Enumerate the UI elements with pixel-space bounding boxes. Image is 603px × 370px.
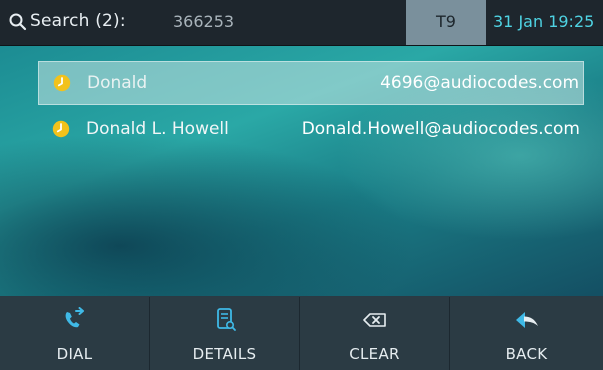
contact-email: Donald.Howell@audiocodes.com [301,119,580,139]
phone-screen: Search (2): 366253 T9 31 Jan 19:25 Donal… [0,0,603,370]
back-button[interactable]: BACK [450,297,603,370]
list-item[interactable]: Donald 4696@audiocodes.com [38,61,584,105]
back-icon [515,312,538,328]
dial-label: DIAL [56,345,93,363]
dial-button[interactable]: DIAL [0,297,150,370]
clear-icon [362,313,386,327]
date-time: 31 Jan 19:25 [493,12,595,31]
clock-icon [53,74,71,92]
input-mode-label: T9 [436,12,456,31]
results-area: Donald 4696@audiocodes.com Donald L. How… [0,46,603,296]
contact-name: Donald [87,73,148,93]
search-bar: Search (2): 366253 T9 31 Jan 19:25 [0,0,603,46]
back-label: BACK [505,345,548,363]
list-item[interactable]: Donald L. Howell Donald.Howell@audiocode… [38,108,584,152]
contact-name: Donald L. Howell [86,119,229,139]
details-icon [216,308,236,331]
search-icon [9,13,27,31]
clear-label: CLEAR [349,345,400,363]
softkey-bar: DIAL DETAILS CLEAR BACK [0,297,603,370]
search-label: Search (2): [30,11,126,31]
details-button[interactable]: DETAILS [150,297,300,370]
details-label: DETAILS [192,345,257,363]
search-input[interactable]: 366253 [173,12,234,31]
input-mode-indicator[interactable]: T9 [406,0,486,45]
clear-button[interactable]: CLEAR [300,297,450,370]
contact-email: 4696@audiocodes.com [380,73,579,93]
clock-icon [52,120,70,138]
dial-icon [65,307,84,328]
